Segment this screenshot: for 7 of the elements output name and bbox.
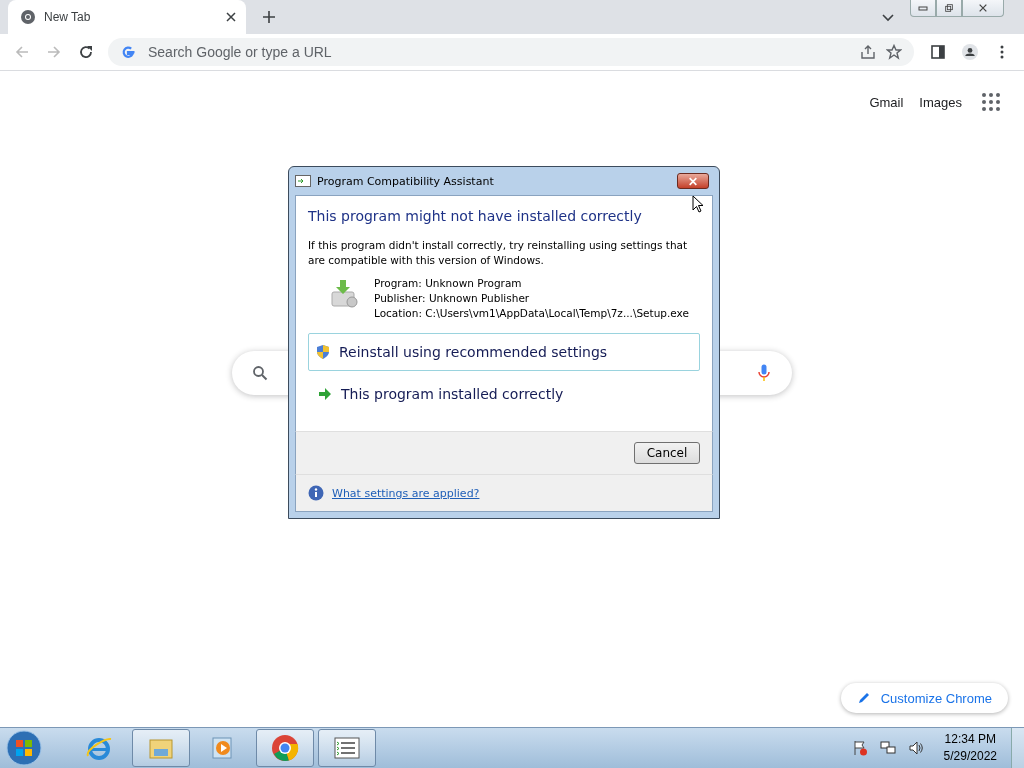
tab-title: New Tab — [44, 10, 92, 24]
dialog-title: Program Compatibility Assistant — [317, 174, 494, 188]
dialog-message: If this program didn't install correctly, try reinstalling using settings that are compatible with this version of Windows. — [308, 238, 689, 268]
program-detail: Publisher: Unknown Publisher — [374, 291, 531, 306]
dialog-heading: This program might not have installed correctly — [308, 208, 643, 224]
program-detail: Location: C:\Users\vm1\AppData\Local\Temp\7z...\Setup.exe — [374, 306, 689, 321]
program-detail: Program: Unknown Program — [374, 276, 523, 291]
